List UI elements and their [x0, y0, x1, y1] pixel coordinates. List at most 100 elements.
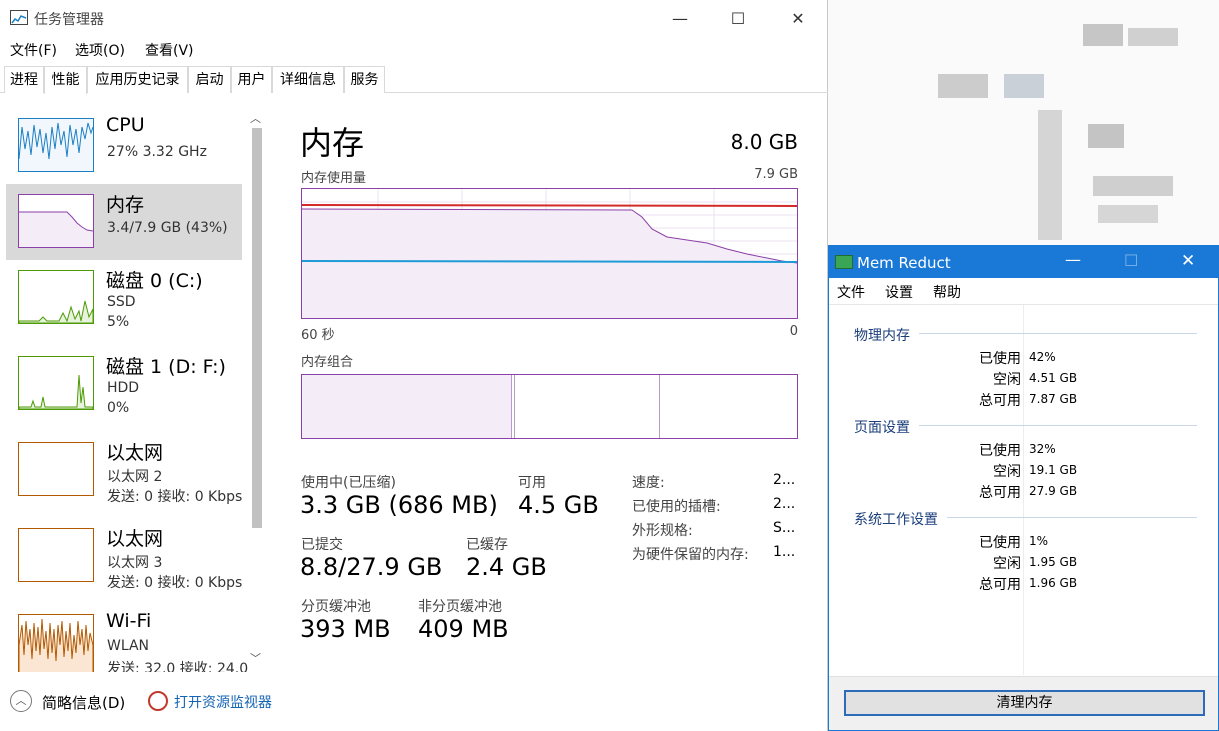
resource-item-memory[interactable]: 内存 3.4/7.9 GB (43%): [6, 184, 242, 260]
tab-services[interactable]: 服务: [344, 66, 385, 93]
row-label: 空闲: [993, 464, 1021, 480]
resource-item-wifi[interactable]: Wi-Fi WLAN 发送: 32.0 接收: 24.0: [6, 604, 248, 672]
scrollbar-thumb[interactable]: [252, 128, 262, 528]
available-value: 4.5 GB: [518, 491, 599, 519]
resource-monitor-icon: [148, 691, 168, 711]
resource-item-disk0[interactable]: 磁盘 0 (C:) SSD 5%: [6, 260, 242, 336]
tab-performance[interactable]: 性能: [44, 66, 87, 94]
row-value: 1.95 GB: [1029, 555, 1078, 569]
background-desktop: [828, 0, 1219, 245]
resource-item-ethernet3[interactable]: 以太网 以太网 3 发送: 0 接收: 0 Kbps: [6, 518, 242, 594]
resource-detail-2: 发送: 32.0 接收: 24.0: [107, 661, 249, 672]
paged-pool-value: 393 MB: [300, 615, 391, 643]
task-manager-window: 任务管理器 — ☐ ✕ 文件(F) 选项(O) 查看(V) 进程 性能 应用历史…: [0, 0, 828, 731]
resource-name: 以太网: [106, 442, 164, 464]
menu-file[interactable]: 文件(F): [10, 40, 57, 60]
resource-item-disk1[interactable]: 磁盘 1 (D: F:) HDD 0%: [6, 346, 242, 422]
resource-detail: WLAN: [107, 638, 150, 654]
tab-details[interactable]: 详细信息: [272, 66, 344, 93]
tab-app-history[interactable]: 应用历史记录: [87, 66, 188, 93]
speed-value: 2...: [773, 472, 796, 488]
open-resource-monitor-link[interactable]: 打开资源监视器: [174, 692, 272, 712]
menu-bar: 文件(F) 选项(O) 查看(V): [0, 38, 828, 62]
ethernet2-thumbnail: [18, 442, 94, 496]
mem-reduct-footer: 清理内存: [829, 676, 1218, 730]
mem-reduct-window: Mem Reduct — ☐ ✕ 文件 设置 帮助 物理内存 已使用 42% 空…: [828, 245, 1219, 731]
memory-usage-graph: [301, 188, 798, 319]
sidebar-scrollbar[interactable]: ︿ ﹀: [248, 110, 266, 670]
mr-menu-file[interactable]: 文件: [837, 282, 865, 302]
resource-detail-2: 发送: 0 接收: 0 Kbps: [107, 489, 243, 505]
tab-bar: 进程 性能 应用历史记录 启动 用户 详细信息 服务: [0, 66, 828, 94]
resource-detail: 27% 3.32 GHz: [107, 144, 207, 160]
resource-detail: 以太网 2: [107, 469, 163, 485]
status-bar: ︿ 简略信息(D) 打开资源监视器: [0, 682, 828, 722]
resource-detail: 以太网 3: [107, 555, 163, 571]
resource-name: 磁盘 0 (C:): [106, 270, 203, 292]
resource-item-ethernet2[interactable]: 以太网 以太网 2 发送: 0 接收: 0 Kbps: [6, 432, 242, 508]
committed-value: 8.8/27.9 GB: [300, 553, 443, 581]
row-value: 1.96 GB: [1029, 576, 1078, 590]
clean-memory-button[interactable]: 清理内存: [844, 690, 1205, 716]
resource-name: 磁盘 1 (D: F:): [106, 356, 226, 378]
tab-startup[interactable]: 启动: [188, 66, 231, 93]
composition-label: 内存组合: [301, 355, 354, 370]
collapse-icon[interactable]: ︿: [10, 690, 32, 712]
maximize-button[interactable]: ☐: [708, 0, 768, 36]
detail-title: 内存: [300, 124, 365, 162]
mem-reduct-icon: [835, 255, 853, 269]
form-factor-value: S...: [773, 520, 796, 536]
row-value: 42%: [1029, 350, 1056, 364]
hardware-reserved-value: 1...: [773, 544, 796, 560]
scroll-up-icon[interactable]: ︿: [250, 110, 261, 126]
nonpaged-pool-label: 非分页缓冲池: [418, 599, 502, 615]
tab-users[interactable]: 用户: [231, 66, 272, 93]
menu-view[interactable]: 查看(V): [145, 40, 194, 60]
resource-detail: HDD: [107, 380, 140, 396]
in-use-label: 使用中(已压缩): [301, 475, 396, 491]
slots-label: 已使用的插槽:: [632, 499, 721, 515]
mr-minimize-button[interactable]: —: [1065, 250, 1081, 269]
mr-close-button[interactable]: ✕: [1181, 251, 1195, 271]
memory-detail-panel: 内存 8.0 GB 内存使用量 7.9 GB 60 秒 0 内存组合 使用中(已…: [300, 94, 810, 672]
resource-item-cpu[interactable]: CPU 27% 3.32 GHz: [6, 108, 242, 184]
row-label: 已使用: [979, 535, 1021, 551]
time-left: 60 秒: [301, 328, 335, 343]
row-value: 32%: [1029, 442, 1056, 456]
mr-menu-help[interactable]: 帮助: [933, 282, 961, 302]
resource-name: 以太网: [106, 528, 164, 550]
cached-value: 2.4 GB: [466, 553, 547, 581]
mr-menu-settings[interactable]: 设置: [885, 282, 913, 302]
mr-maximize-button[interactable]: ☐: [1124, 251, 1138, 270]
memory-composition-bar: [301, 374, 798, 439]
ethernet3-thumbnail: [18, 528, 94, 582]
row-label: 空闲: [993, 372, 1021, 388]
speed-label: 速度:: [632, 475, 665, 491]
scroll-down-icon[interactable]: ﹀: [250, 650, 261, 666]
memory-thumbnail: [18, 194, 94, 248]
fewer-details-link[interactable]: 简略信息(D): [42, 692, 125, 713]
title-bar[interactable]: 任务管理器 — ☐ ✕: [0, 0, 828, 36]
paged-pool-label: 分页缓冲池: [301, 599, 371, 615]
row-label: 总可用: [979, 393, 1021, 409]
disk0-thumbnail: [18, 270, 94, 324]
row-value: 1%: [1029, 534, 1049, 548]
resource-detail-2: 5%: [107, 314, 130, 330]
hardware-reserved-label: 为硬件保留的内存:: [632, 547, 749, 563]
in-use-value: 3.3 GB (686 MB): [300, 491, 498, 519]
detail-total: 8.0 GB: [730, 130, 798, 154]
row-label: 总可用: [979, 485, 1021, 501]
mem-reduct-stats: 物理内存 已使用 42% 空闲 4.51 GB 总可用 7.87 GB 页面设置…: [829, 304, 1218, 676]
close-button[interactable]: ✕: [768, 0, 828, 36]
menu-options[interactable]: 选项(O): [75, 40, 125, 60]
mem-reduct-title-bar[interactable]: Mem Reduct — ☐ ✕: [829, 246, 1218, 278]
resource-detail: 3.4/7.9 GB (43%): [107, 220, 228, 236]
minimize-button[interactable]: —: [650, 0, 710, 36]
nonpaged-pool-value: 409 MB: [418, 615, 509, 643]
usage-max: 7.9 GB: [754, 167, 798, 182]
cpu-thumbnail: [18, 118, 94, 172]
resource-list: CPU 27% 3.32 GHz 内存 3.4/7.9 GB (43%) 磁盘 …: [0, 94, 270, 672]
row-label: 已使用: [979, 443, 1021, 459]
tab-processes[interactable]: 进程: [4, 66, 44, 93]
row-value: 27.9 GB: [1029, 484, 1078, 498]
